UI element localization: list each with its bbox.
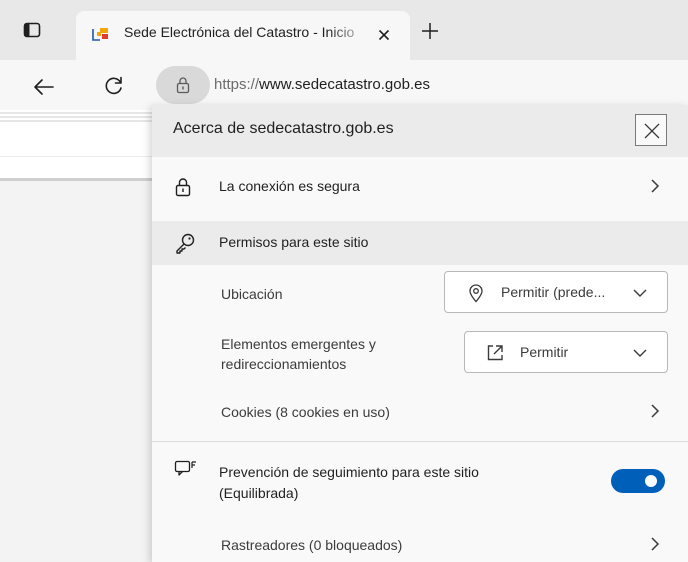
toggle-knob [645, 475, 657, 487]
site-info-flyout: Acerca de sedecatastro.gob.es La conexió… [152, 105, 688, 562]
section-divider [152, 441, 688, 442]
chevron-down-icon [633, 289, 647, 297]
new-tab-button[interactable] [420, 21, 440, 41]
chevron-right-icon [651, 537, 660, 551]
location-permission-select[interactable]: Permitir (prede... [444, 271, 668, 313]
page-divider [0, 156, 152, 157]
back-button[interactable] [32, 75, 56, 99]
trackers-row[interactable]: Rastreadores (0 bloqueados) [221, 537, 402, 553]
tracking-prevention-row: Prevención de seguimiento para este siti… [152, 445, 688, 515]
url-scheme: https:// [214, 76, 260, 93]
navigation-toolbar: https://www.sedecatastro.gob.es [0, 60, 688, 110]
address-bar[interactable]: https://www.sedecatastro.gob.es [214, 76, 430, 93]
tab-strip: Sede Electrónica del Catastro - Inicio [0, 0, 688, 60]
chevron-right-icon [651, 404, 660, 418]
lock-icon [175, 178, 191, 197]
connection-label: La conexión es segura [219, 178, 360, 194]
plus-icon [422, 23, 438, 39]
page-header-stripe [0, 110, 152, 122]
chevron-right-icon [651, 179, 660, 193]
connection-secure-row[interactable]: La conexión es segura [152, 157, 688, 217]
active-tab[interactable]: Sede Electrónica del Catastro - Inicio [76, 11, 410, 60]
catastro-favicon-icon [91, 25, 111, 45]
close-icon [644, 123, 660, 139]
flyout-header: Acerca de sedecatastro.gob.es [152, 105, 688, 157]
page-left-panel [0, 178, 152, 562]
site-info-button[interactable] [156, 66, 210, 104]
location-pin-icon [469, 284, 483, 303]
location-permission-label: Ubicación [221, 286, 283, 302]
close-icon [378, 29, 390, 41]
popups-permission-label: Elementos emergentes y redireccionamient… [221, 336, 376, 372]
cookies-row[interactable]: Cookies (8 cookies en uso) [221, 404, 390, 420]
tracking-prevention-label: Prevención de seguimiento para este siti… [219, 464, 479, 501]
popups-permission-value: Permitir [520, 344, 569, 360]
refresh-button[interactable] [102, 74, 126, 98]
permissions-header-label: Permisos para este sitio [219, 234, 369, 250]
flyout-title: Acerca de sedecatastro.gob.es [173, 120, 394, 137]
url-host: www.sedecatastro.gob.es [259, 76, 430, 93]
chevron-down-icon [633, 349, 647, 357]
location-permission-value: Permitir (prede... [501, 284, 606, 300]
tracking-prevention-toggle[interactable] [611, 469, 665, 493]
permissions-section-header: Permisos para este sitio [152, 221, 688, 265]
refresh-icon [105, 76, 122, 95]
popups-permission-select[interactable]: Permitir [464, 331, 668, 373]
flyout-close-button[interactable] [635, 114, 667, 146]
tab-close-button[interactable] [374, 25, 394, 45]
open-external-icon [487, 345, 503, 361]
lock-icon [176, 77, 190, 94]
key-icon [176, 233, 195, 254]
tab-actions-icon[interactable] [22, 20, 42, 40]
tab-title: Sede Electrónica del Catastro - Inicio [124, 24, 355, 40]
tracking-prevention-icon [174, 460, 196, 476]
back-arrow-icon [34, 79, 54, 95]
